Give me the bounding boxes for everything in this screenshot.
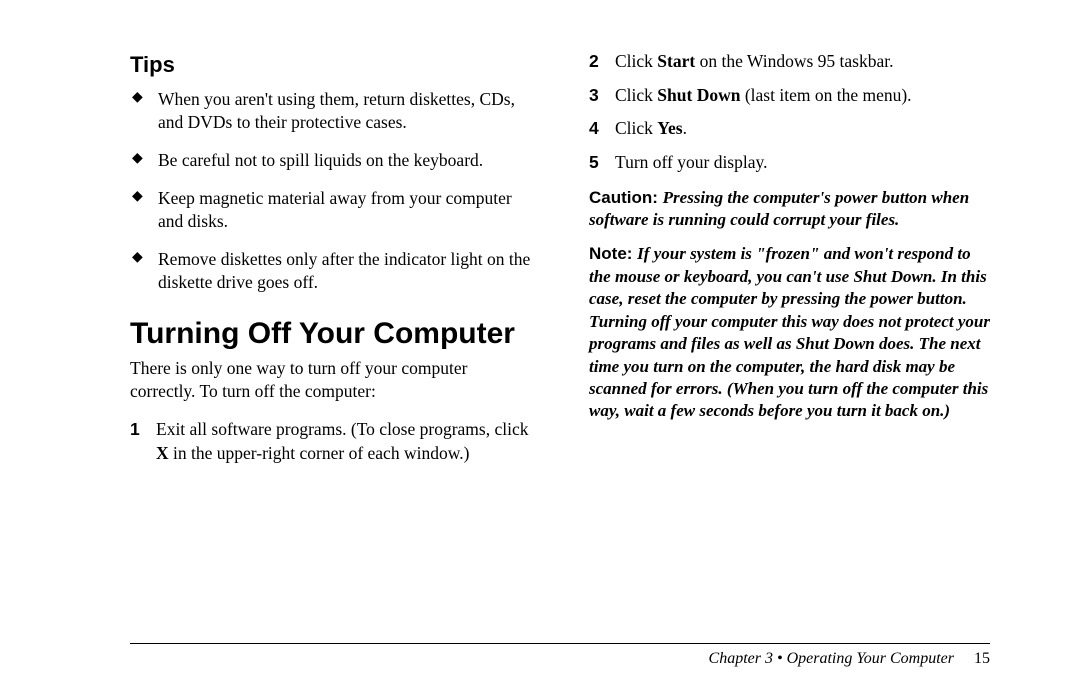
step-text-bold: X (156, 443, 169, 463)
tips-heading: Tips (130, 50, 531, 80)
step-3: 3 Click Shut Down (last item on the menu… (589, 84, 990, 108)
step-text: Turn off your display. (615, 151, 990, 175)
step-text: Exit all software programs. (To close pr… (156, 418, 531, 465)
document-page: Tips When you aren't using them, return … (0, 0, 1080, 698)
step-text-bold: Start (657, 51, 695, 71)
caution-label: Caution: (589, 188, 663, 207)
step-number: 3 (589, 84, 615, 108)
footer-chapter: Chapter 3 • Operating Your Computer (709, 650, 954, 667)
step-number: 4 (589, 117, 615, 141)
step-text-part: . (683, 118, 687, 138)
note-label: Note: (589, 244, 637, 263)
step-text-part: in the upper-right corner of each window… (169, 443, 470, 463)
section-heading: Turning Off Your Computer (130, 317, 531, 351)
caution-block: Caution: Pressing the computer's power b… (589, 187, 990, 232)
note-body: If your system is "frozen" and won't res… (589, 244, 990, 420)
tip-item: Keep magnetic material away from your co… (130, 187, 531, 234)
step-number: 5 (589, 151, 615, 175)
step-text-part: Click (615, 85, 657, 105)
step-text: Click Start on the Windows 95 taskbar. (615, 50, 990, 74)
left-column: Tips When you aren't using them, return … (130, 50, 531, 633)
tip-item: Be careful not to spill liquids on the k… (130, 149, 531, 173)
step-number: 2 (589, 50, 615, 74)
footer-page-number: 15 (974, 650, 990, 667)
right-column: 2 Click Start on the Windows 95 taskbar.… (589, 50, 990, 633)
step-number: 1 (130, 418, 156, 465)
step-2: 2 Click Start on the Windows 95 taskbar. (589, 50, 990, 74)
step-1: 1 Exit all software programs. (To close … (130, 418, 531, 465)
tip-item: Remove diskettes only after the indicato… (130, 248, 531, 295)
intro-paragraph: There is only one way to turn off your c… (130, 357, 531, 404)
step-text-part: Click (615, 118, 657, 138)
step-text-part: (last item on the menu). (740, 85, 911, 105)
tip-item: When you aren't using them, return diske… (130, 88, 531, 135)
step-text-bold: Shut Down (657, 85, 740, 105)
step-4: 4 Click Yes. (589, 117, 990, 141)
two-column-layout: Tips When you aren't using them, return … (130, 50, 990, 633)
step-text-part: Click (615, 51, 657, 71)
step-5: 5 Turn off your display. (589, 151, 990, 175)
step-text-part: on the Windows 95 taskbar. (695, 51, 893, 71)
tips-list: When you aren't using them, return diske… (130, 88, 531, 295)
step-text-part: Exit all software programs. (To close pr… (156, 419, 528, 439)
step-text: Click Shut Down (last item on the menu). (615, 84, 990, 108)
page-footer: Chapter 3 • Operating Your Computer 15 (130, 643, 990, 668)
note-block: Note: If your system is "frozen" and won… (589, 243, 990, 423)
step-text-bold: Yes (657, 118, 682, 138)
step-text: Click Yes. (615, 117, 990, 141)
